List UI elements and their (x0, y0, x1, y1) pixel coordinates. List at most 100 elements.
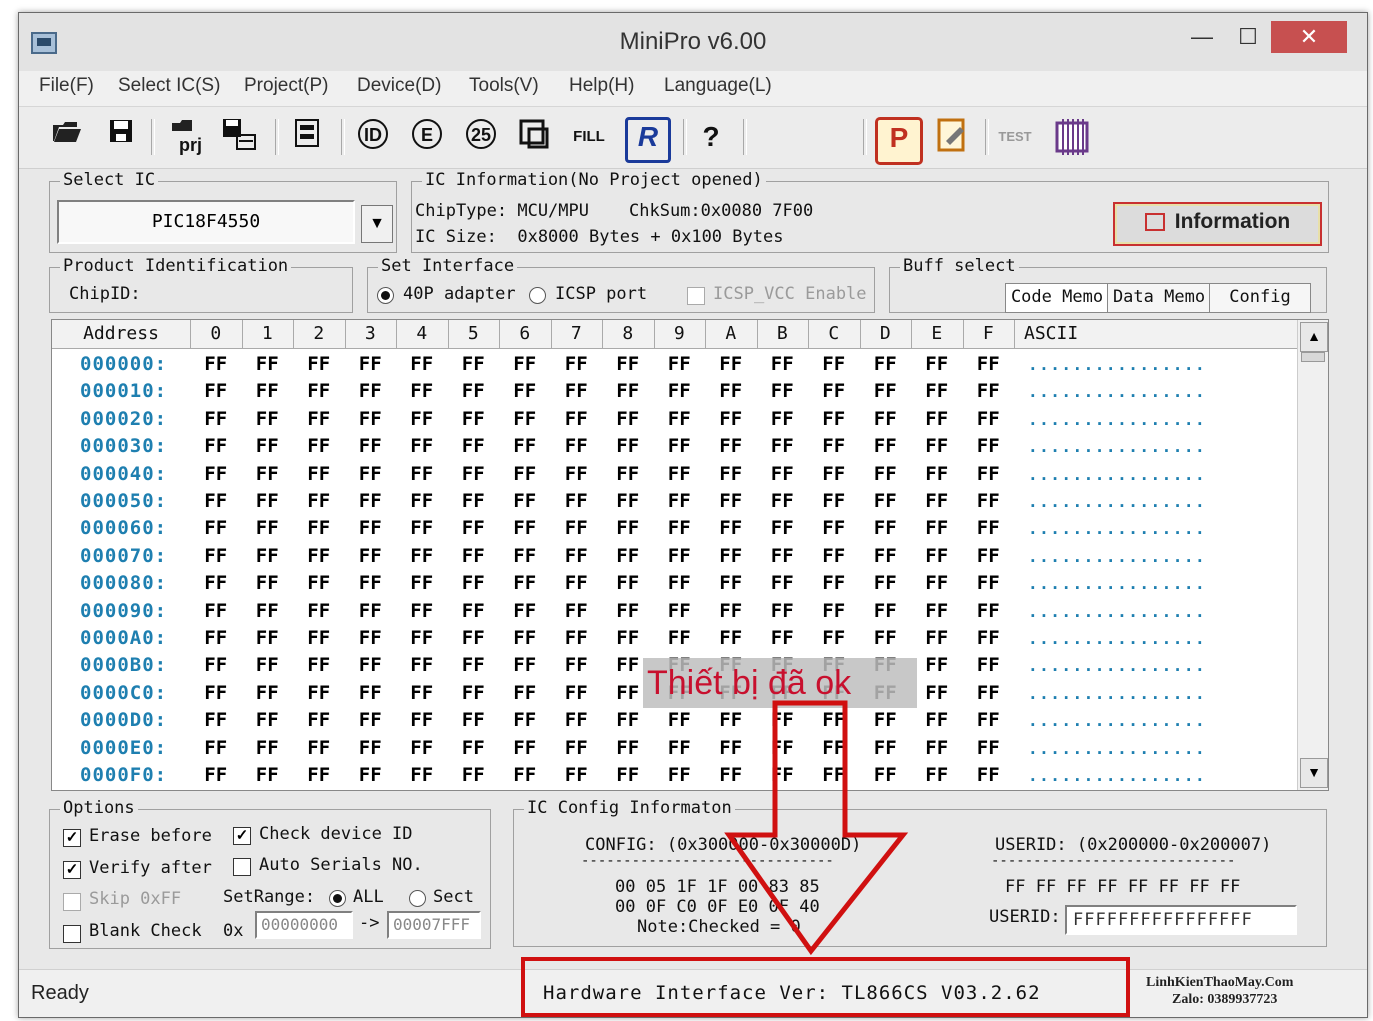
hex-cell[interactable]: FF (816, 406, 852, 433)
range-start-input[interactable]: 00000000 (255, 911, 353, 939)
hex-cell[interactable]: FF (970, 598, 1006, 625)
hex-cell[interactable]: FF (867, 488, 903, 515)
hex-cell[interactable]: FF (301, 570, 337, 597)
hex-cell[interactable]: FF (970, 433, 1006, 460)
hex-cell[interactable]: FF (507, 378, 543, 405)
hex-cell[interactable]: FF (919, 515, 955, 542)
minimize-button[interactable]: — (1179, 21, 1225, 53)
hex-cell[interactable]: FF (507, 652, 543, 679)
hex-cell[interactable]: FF (301, 735, 337, 762)
hex-cell[interactable]: FF (249, 406, 285, 433)
memory-icon[interactable] (287, 117, 327, 157)
hex-cell[interactable]: FF (404, 515, 440, 542)
hex-cell[interactable]: FF (558, 406, 594, 433)
hex-cell[interactable]: FF (816, 570, 852, 597)
hex-cell[interactable]: FF (352, 433, 388, 460)
hex-cell[interactable]: FF (610, 351, 646, 378)
hex-cell[interactable]: FF (764, 406, 800, 433)
hex-cell[interactable]: FF (661, 762, 697, 789)
hex-cell[interactable]: FF (610, 735, 646, 762)
hex-cell[interactable]: FF (404, 652, 440, 679)
hex-cell[interactable]: FF (301, 598, 337, 625)
hex-cell[interactable]: FF (455, 735, 491, 762)
range-sect-radio[interactable] (409, 890, 426, 907)
hex-cell[interactable]: FF (249, 351, 285, 378)
hex-cell[interactable]: FF (661, 543, 697, 570)
hex-cell[interactable]: FF (661, 406, 697, 433)
information-button[interactable]: Information (1113, 202, 1322, 246)
hex-cell[interactable]: FF (404, 461, 440, 488)
hex-cell[interactable]: FF (764, 433, 800, 460)
save-icon[interactable] (101, 117, 141, 157)
hex-cell[interactable]: FF (198, 433, 234, 460)
verify-icon[interactable]: 25 (461, 117, 501, 157)
hex-cell[interactable]: FF (352, 735, 388, 762)
hex-cell[interactable]: FF (558, 515, 594, 542)
hex-cell[interactable]: FF (610, 378, 646, 405)
hex-cell[interactable]: FF (919, 762, 955, 789)
hex-cell[interactable]: FF (404, 433, 440, 460)
hex-cell[interactable]: FF (352, 680, 388, 707)
hex-cell[interactable]: FF (404, 598, 440, 625)
hex-cell[interactable]: FF (610, 680, 646, 707)
hex-cell[interactable]: FF (713, 433, 749, 460)
close-button[interactable]: ✕ (1271, 21, 1347, 53)
hex-cell[interactable]: FF (249, 378, 285, 405)
hex-cell[interactable]: FF (970, 707, 1006, 734)
hex-cell[interactable]: FF (713, 570, 749, 597)
hex-cell[interactable]: FF (713, 543, 749, 570)
hex-cell[interactable]: FF (455, 652, 491, 679)
hex-cell[interactable]: FF (970, 735, 1006, 762)
hex-cell[interactable]: FF (610, 515, 646, 542)
hex-cell[interactable]: FF (919, 598, 955, 625)
icsp-vcc-checkbox[interactable] (687, 287, 705, 305)
hex-cell[interactable]: FF (919, 406, 955, 433)
erase-icon[interactable]: E (407, 117, 447, 157)
hex-cell[interactable]: FF (507, 433, 543, 460)
hex-cell[interactable]: FF (558, 543, 594, 570)
hex-cell[interactable]: FF (970, 406, 1006, 433)
hex-cell[interactable]: FF (970, 625, 1006, 652)
hex-cell[interactable]: FF (558, 570, 594, 597)
chip-icon[interactable] (1051, 117, 1091, 157)
hex-cell[interactable]: FF (558, 735, 594, 762)
hex-cell[interactable]: FF (764, 515, 800, 542)
menu-project[interactable]: Project(P) (244, 75, 328, 97)
hex-cell[interactable]: FF (455, 351, 491, 378)
hex-cell[interactable]: FF (352, 515, 388, 542)
tab-config[interactable]: Config (1209, 283, 1311, 313)
hex-cell[interactable]: FF (610, 598, 646, 625)
tab-data-memo[interactable]: Data Memo (1107, 283, 1211, 313)
menu-help[interactable]: Help(H) (569, 75, 634, 97)
hex-cell[interactable]: FF (610, 406, 646, 433)
hex-cell[interactable]: FF (507, 707, 543, 734)
ic-dropdown-button[interactable]: ▼ (361, 205, 393, 243)
hex-cell[interactable]: FF (507, 625, 543, 652)
menu-tools[interactable]: Tools(V) (469, 75, 539, 97)
hex-cell[interactable]: FF (198, 543, 234, 570)
hex-cell[interactable]: FF (198, 735, 234, 762)
hex-cell[interactable]: FF (301, 762, 337, 789)
hex-cell[interactable]: FF (507, 406, 543, 433)
hex-cell[interactable]: FF (455, 515, 491, 542)
hex-cell[interactable]: FF (661, 488, 697, 515)
hex-cell[interactable]: FF (816, 598, 852, 625)
hex-cell[interactable]: FF (249, 515, 285, 542)
register-icon[interactable]: R (625, 117, 671, 163)
hex-cell[interactable]: FF (404, 680, 440, 707)
hex-cell[interactable]: FF (816, 625, 852, 652)
hex-cell[interactable]: FF (661, 461, 697, 488)
hex-cell[interactable]: FF (455, 680, 491, 707)
hex-cell[interactable]: FF (249, 735, 285, 762)
hex-cell[interactable]: FF (867, 406, 903, 433)
hex-cell[interactable]: FF (764, 543, 800, 570)
hex-cell[interactable]: FF (764, 488, 800, 515)
hex-cell[interactable]: FF (198, 570, 234, 597)
hex-cell[interactable]: FF (455, 598, 491, 625)
hex-cell[interactable]: FF (816, 515, 852, 542)
hex-cell[interactable]: FF (301, 378, 337, 405)
hex-cell[interactable]: FF (198, 652, 234, 679)
hex-cell[interactable]: FF (507, 515, 543, 542)
hex-cell[interactable]: FF (661, 515, 697, 542)
hex-cell[interactable]: FF (352, 625, 388, 652)
